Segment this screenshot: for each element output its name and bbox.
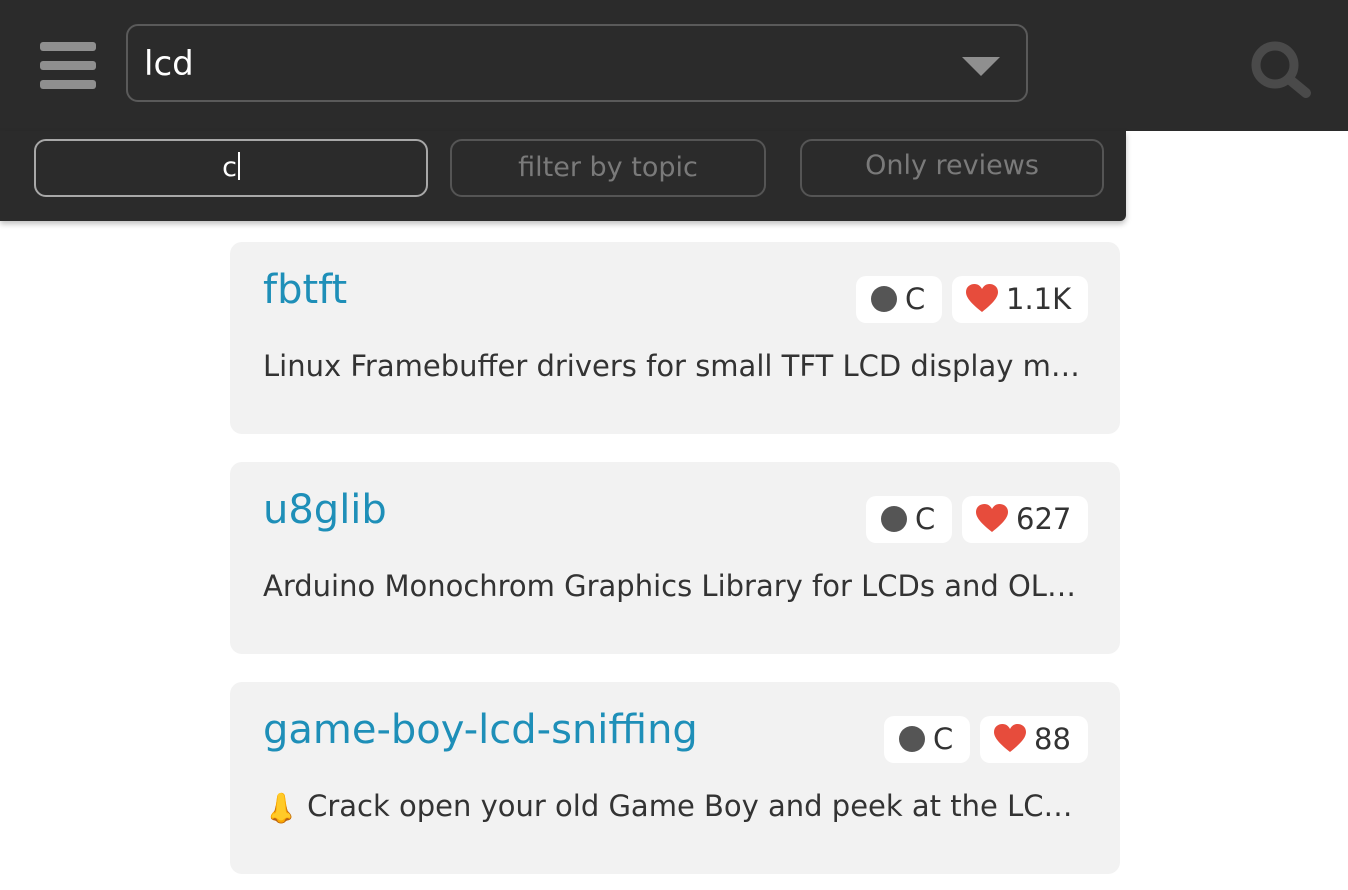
stars-badge: 1.1K	[952, 276, 1088, 323]
language-badge: C	[856, 276, 942, 323]
nose-emoji: 👃	[263, 791, 300, 825]
heart-icon	[976, 504, 1008, 532]
repo-description: Linux Framebuffer drivers for small TFT …	[263, 349, 1083, 383]
stars-count: 1.1K	[1006, 282, 1072, 316]
topic-filter-placeholder: filter by topic	[518, 152, 698, 183]
language-label: C	[933, 722, 954, 756]
heart-icon	[966, 284, 998, 312]
result-card[interactable]: fbtft C 1.1K Linux Framebuffer drivers f…	[230, 242, 1120, 434]
search-input[interactable]: lcd	[126, 24, 1028, 102]
hamburger-menu-icon-bar	[40, 80, 96, 89]
repo-description: 👃 Crack open your old Game Boy and peek a…	[263, 786, 1083, 828]
hamburger-menu-icon-bar	[40, 61, 96, 70]
repo-description-text: Crack open your old Game Boy and peek at…	[307, 789, 1083, 823]
heart-icon	[994, 724, 1026, 752]
circle-dot-icon	[881, 506, 907, 532]
hamburger-menu-icon	[40, 42, 96, 51]
language-badge: C	[884, 716, 970, 763]
language-badge: C	[866, 496, 952, 543]
stars-badge: 627	[962, 496, 1088, 543]
repo-title-link[interactable]: game-boy-lcd-sniffing	[263, 706, 698, 754]
result-card[interactable]: game-boy-lcd-sniffing C 88 👃 Crack open y…	[230, 682, 1120, 874]
topic-filter-input[interactable]: filter by topic	[450, 139, 766, 197]
chevron-down-icon[interactable]	[962, 57, 1000, 76]
only-reviews-toggle[interactable]: Only reviews	[800, 139, 1104, 197]
circle-dot-icon	[899, 726, 925, 752]
circle-dot-icon	[871, 286, 897, 312]
repo-title-link[interactable]: u8glib	[263, 486, 387, 534]
stars-count: 627	[1016, 502, 1072, 536]
result-card[interactable]: u8glib C 627 Arduino Monochrom Graphics …	[230, 462, 1120, 654]
language-filter-input[interactable]: c	[34, 139, 428, 197]
search-icon[interactable]	[1248, 38, 1312, 98]
top-bar: lcd	[0, 0, 1348, 131]
stars-badge: 88	[980, 716, 1088, 763]
language-label: C	[905, 282, 926, 316]
repo-description: Arduino Monochrom Graphics Library for L…	[263, 569, 1083, 603]
repo-title-link[interactable]: fbtft	[263, 266, 347, 314]
language-filter-value: c	[222, 152, 237, 183]
search-query-text: lcd	[144, 44, 194, 84]
menu-button[interactable]	[40, 42, 96, 90]
text-cursor	[237, 152, 240, 180]
stars-count: 88	[1034, 722, 1071, 756]
only-reviews-label: Only reviews	[865, 150, 1039, 181]
language-label: C	[915, 502, 936, 536]
